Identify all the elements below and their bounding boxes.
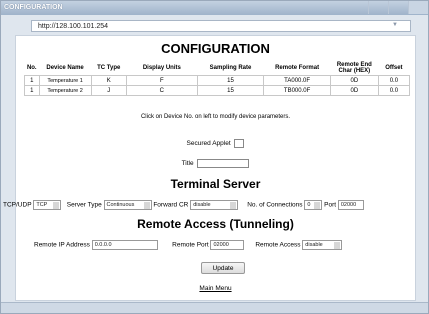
tcpudp-select[interactable]: TCP: [33, 200, 62, 210]
device-table: No. Device Name TC Type Display Units Sa…: [24, 61, 411, 96]
terminal-server-row: TCP/UDP TCP Server Type Continuous Forwa…: [3, 200, 429, 210]
dropdown-arrow-icon: [334, 242, 341, 249]
title-label: Title: [181, 160, 194, 168]
remote-format-cell: TB000.0F: [263, 85, 331, 96]
server-type-label: Server Type: [66, 201, 102, 209]
window-controls: [368, 1, 428, 14]
remote-end-char-cell: 0D: [329, 85, 379, 96]
url-text: http://128.100.101.254: [38, 23, 109, 30]
remote-port-input[interactable]: 02000: [210, 240, 245, 250]
device-name-cell: Temperature 2: [38, 85, 92, 96]
forward-cr-label: Forward CR: [153, 201, 189, 209]
address-bar: http://128.100.101.254 ▼: [5, 17, 424, 34]
remote-access-select[interactable]: disable: [302, 240, 343, 250]
title-row: Title: [16, 159, 415, 168]
col-display-units: Display Units: [142, 65, 181, 71]
main-menu-link[interactable]: Main Menu: [16, 285, 415, 292]
title-input[interactable]: [197, 159, 250, 168]
remote-ip-label: Remote IP Address: [34, 241, 90, 249]
remote-access-value: disable: [305, 242, 323, 248]
server-type-value: Continuous: [106, 202, 135, 208]
tcpudp-value: TCP: [36, 202, 48, 208]
remote-end-char-cell: 0D: [329, 75, 379, 86]
table-header-row: No. Device Name TC Type Display Units Sa…: [25, 61, 410, 76]
dropdown-arrow-icon: [230, 202, 237, 209]
remote-ip-input[interactable]: 0.0.0.0: [91, 240, 158, 250]
display-units-cell: F: [125, 75, 198, 86]
page-content: CONFIGURATION No. Device Name TC Type Di…: [3, 35, 416, 301]
page-title: CONFIGURATION: [161, 41, 270, 56]
remote-access-label: Remote Access: [255, 241, 301, 249]
modify-hint-text: Click on Device No. on left to modify de…: [140, 114, 291, 120]
col-remote-end-char: Remote End Char (HEX): [336, 62, 372, 74]
connections-label: No. of Connections: [247, 201, 303, 209]
connections-value: 0: [307, 202, 311, 208]
window-title: CONFIGURATION: [4, 4, 63, 11]
port-input[interactable]: 02000: [337, 200, 364, 210]
secured-applet-checkbox[interactable]: [234, 139, 245, 148]
server-type-select[interactable]: Continuous: [103, 200, 152, 210]
device-no-link[interactable]: 1: [24, 85, 40, 96]
remote-access-row: Remote IP Address 0.0.0.0 Remote Port 02…: [34, 240, 414, 250]
port-label: Port: [324, 201, 337, 209]
dropdown-arrow-icon: [53, 202, 60, 209]
remote-format-cell: TA000.0F: [263, 75, 331, 86]
dropdown-arrow-icon: [143, 202, 150, 209]
minimize-button[interactable]: [368, 1, 388, 14]
tc-type-cell: K: [90, 75, 127, 86]
device-name-cell: Temperature 1: [38, 75, 92, 86]
col-tc-type: TC Type: [97, 65, 121, 71]
table-row: 1 Temperature 1 K F 15 TA000.0F 0D 0.0: [24, 75, 411, 86]
secured-applet-row: Secured Applet: [16, 139, 415, 148]
dropdown-arrow-icon[interactable]: ▼: [392, 22, 398, 28]
tcpudp-label: TCP/UDP: [3, 201, 32, 209]
remote-port-label: Remote Port: [172, 241, 209, 249]
col-no: No.: [26, 65, 37, 71]
close-button[interactable]: [408, 1, 428, 14]
sampling-rate-cell: 15: [196, 75, 265, 86]
device-no-link[interactable]: 1: [24, 75, 40, 86]
maximize-button[interactable]: [388, 1, 408, 14]
sampling-rate-cell: 15: [196, 85, 265, 96]
connections-select[interactable]: 0: [304, 200, 323, 210]
status-bar: [1, 302, 428, 313]
remote-access-heading: Remote Access (Tunneling): [137, 217, 294, 231]
offset-cell: 0.0: [377, 75, 411, 86]
forward-cr-select[interactable]: disable: [190, 200, 239, 210]
table-row: 1 Temperature 2 J C 15 TB000.0F 0D 0.0: [24, 85, 411, 96]
offset-cell: 0.0: [377, 85, 411, 96]
forward-cr-value: disable: [193, 202, 211, 208]
col-offset: Offset: [385, 65, 403, 71]
col-sampling-rate: Sampling Rate: [209, 65, 252, 71]
secured-applet-label: Secured Applet: [186, 140, 231, 148]
browser-window: CONFIGURATION http://128.100.101.254 ▼ C…: [0, 0, 429, 314]
tc-type-cell: J: [90, 85, 127, 96]
col-remote-format: Remote Format: [275, 65, 320, 71]
update-button[interactable]: Update: [201, 262, 245, 274]
window-titlebar: CONFIGURATION: [1, 1, 428, 15]
col-device-name: Device Name: [46, 65, 84, 71]
display-units-cell: C: [125, 85, 198, 96]
terminal-server-heading: Terminal Server: [170, 177, 261, 191]
dropdown-arrow-icon: [314, 202, 321, 209]
url-field[interactable]: http://128.100.101.254 ▼: [31, 20, 411, 32]
